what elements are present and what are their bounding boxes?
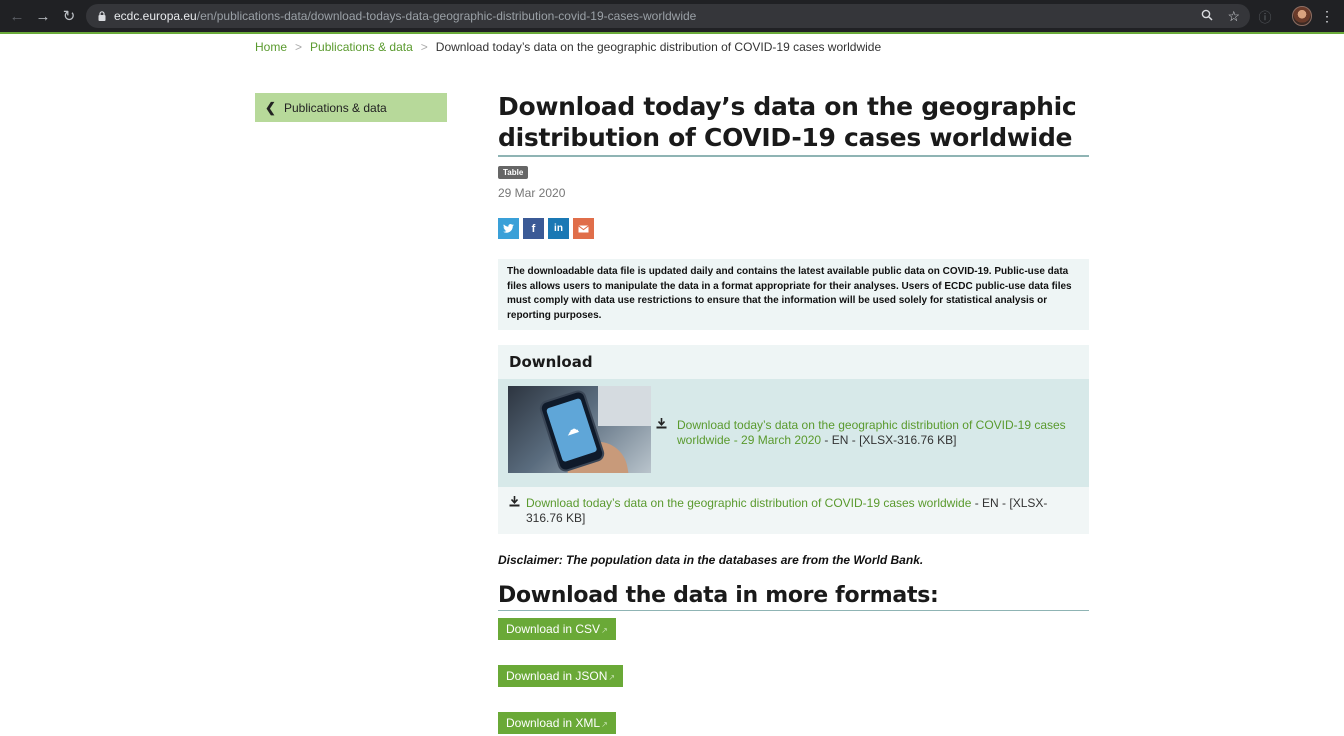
- breadcrumb-separator-icon: >: [295, 40, 303, 54]
- chevron-left-icon: ❮: [265, 99, 276, 115]
- download-json-label: Download in JSON: [506, 669, 608, 684]
- extension-icon[interactable]: ⓘ: [1256, 0, 1274, 32]
- lock-icon: [96, 11, 108, 21]
- breadcrumb-current: Download today’s data on the geographic …: [435, 40, 882, 54]
- download-csv-label: Download in CSV: [506, 622, 601, 637]
- download-csv-button[interactable]: Download in CSV↗: [498, 618, 616, 641]
- external-link-icon: ↗: [601, 626, 608, 636]
- breadcrumb-publications[interactable]: Publications & data: [310, 40, 413, 54]
- back-arrow-icon[interactable]: ←: [4, 0, 30, 32]
- url-host: ecdc.europa.eu: [114, 9, 197, 23]
- featured-download-meta: - EN - [XLSX-316.76 KB]: [821, 433, 957, 448]
- download-panel: Download ☁ Download today’s data on the …: [498, 345, 1089, 535]
- publish-date: 29 Mar 2020: [498, 186, 566, 200]
- formats-heading: Download the data in more formats:: [498, 582, 1089, 612]
- sidebar-back-button[interactable]: ❮ Publications & data: [255, 93, 447, 122]
- avatar[interactable]: [1292, 6, 1312, 26]
- twitter-icon[interactable]: [498, 218, 519, 239]
- forward-arrow-icon[interactable]: →: [30, 0, 56, 32]
- external-link-icon: ↗: [601, 720, 608, 730]
- featured-download-item: Download today’s data on the geographic …: [656, 418, 1068, 448]
- linkedin-icon[interactable]: in: [548, 218, 569, 239]
- download-xml-label: Download in XML: [506, 716, 601, 731]
- plain-download-item: Download today’s data on the geographic …: [498, 487, 1089, 535]
- download-icon: [656, 418, 667, 434]
- external-link-icon: ↗: [608, 673, 616, 683]
- kebab-menu-icon[interactable]: ⋮: [1318, 0, 1336, 32]
- cloud-download-icon: ☁: [563, 420, 581, 439]
- download-json-button[interactable]: Download in JSON↗: [498, 665, 624, 688]
- zoom-icon[interactable]: [1201, 9, 1213, 24]
- disclaimer: Disclaimer: The population data in the d…: [498, 553, 924, 568]
- email-icon[interactable]: [573, 218, 594, 239]
- facebook-icon[interactable]: f: [523, 218, 544, 239]
- share-buttons: f in: [498, 218, 1089, 239]
- breadcrumb: Home > Publications & data > Download to…: [255, 40, 881, 54]
- reload-icon[interactable]: ↻: [56, 0, 82, 32]
- address-bar[interactable]: ecdc.europa.eu/en/publications-data/down…: [86, 4, 1250, 28]
- page-title: Download today’s data on the geographic …: [498, 91, 1089, 157]
- plain-download-link[interactable]: Download today’s data on the geographic …: [526, 496, 971, 510]
- featured-download: ☁ Download today’s data on the geographi…: [498, 379, 1089, 488]
- browser-toolbar: ← → ↻ ecdc.europa.eu/en/publications-dat…: [0, 0, 1344, 34]
- sidebar-back-label: Publications & data: [284, 100, 387, 115]
- star-icon[interactable]: ☆: [1227, 8, 1240, 25]
- download-xml-button[interactable]: Download in XML↗: [498, 712, 616, 735]
- breadcrumb-home[interactable]: Home: [255, 40, 287, 54]
- download-heading: Download: [498, 345, 1089, 380]
- intro-text: The downloadable data file is updated da…: [498, 259, 1089, 331]
- main-content: Download today’s data on the geographic …: [498, 91, 1089, 735]
- breadcrumb-separator-icon: >: [420, 40, 428, 54]
- download-thumbnail-image[interactable]: ☁: [508, 386, 651, 474]
- content-type-badge: Table: [498, 166, 529, 179]
- download-icon: [509, 496, 520, 512]
- url-path: /en/publications-data/download-todays-da…: [196, 9, 697, 23]
